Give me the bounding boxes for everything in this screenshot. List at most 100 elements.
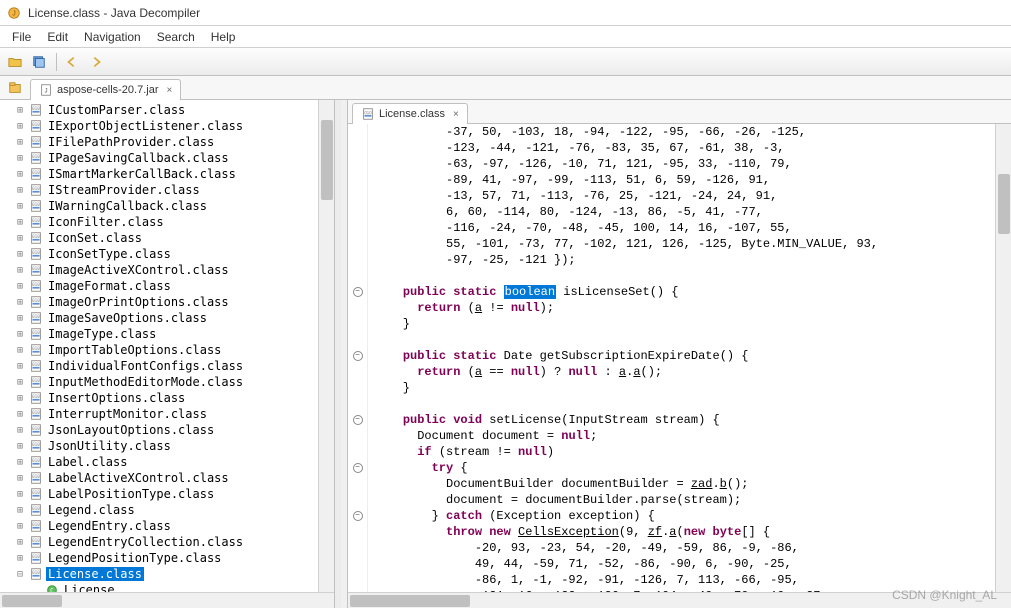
tree-twisty-icon[interactable]: [14, 552, 26, 564]
tree-item[interactable]: 010License.class: [0, 566, 334, 582]
fold-toggle-icon[interactable]: [353, 287, 363, 297]
class-file-icon: 010: [28, 199, 44, 213]
tree-item[interactable]: 010ImageFormat.class: [0, 278, 334, 294]
tree-twisty-icon[interactable]: [14, 152, 26, 164]
tree-item[interactable]: 010ImageOrPrintOptions.class: [0, 294, 334, 310]
tree-twisty-icon[interactable]: [14, 440, 26, 452]
tree-item[interactable]: 010IconSet.class: [0, 230, 334, 246]
fold-toggle-icon[interactable]: [353, 415, 363, 425]
tree-item[interactable]: 010ImportTableOptions.class: [0, 342, 334, 358]
fold-gutter[interactable]: [348, 124, 368, 592]
tree-twisty-icon[interactable]: [14, 216, 26, 228]
tree-twisty-icon[interactable]: [30, 584, 42, 592]
class-tree[interactable]: 010ICustomParser.class010IExportObjectLi…: [0, 100, 334, 592]
tree-twisty-icon[interactable]: [14, 456, 26, 468]
svg-text:010: 010: [32, 442, 40, 448]
tree-twisty-icon[interactable]: [14, 344, 26, 356]
editor-hscroll[interactable]: [348, 592, 1011, 608]
tree-twisty-icon[interactable]: [14, 520, 26, 532]
tree-twisty-icon[interactable]: [14, 104, 26, 116]
menu-file[interactable]: File: [4, 28, 39, 46]
code-editor[interactable]: -37, 50, -103, 18, -94, -122, -95, -66, …: [348, 124, 1011, 592]
menu-edit[interactable]: Edit: [39, 28, 76, 46]
tree-twisty-icon[interactable]: [14, 376, 26, 388]
tree-item[interactable]: 010IndividualFontConfigs.class: [0, 358, 334, 374]
svg-text:J: J: [44, 88, 47, 95]
tree-twisty-icon[interactable]: [14, 328, 26, 340]
tree-item[interactable]: 010JsonLayoutOptions.class: [0, 422, 334, 438]
tree-twisty-icon[interactable]: [14, 408, 26, 420]
tree-twisty-icon[interactable]: [14, 280, 26, 292]
tree-item[interactable]: 010LegendEntryCollection.class: [0, 534, 334, 550]
tree-item[interactable]: 010JsonUtility.class: [0, 438, 334, 454]
close-icon[interactable]: ×: [453, 109, 459, 120]
menu-help[interactable]: Help: [203, 28, 244, 46]
class-file-icon: 010: [28, 263, 44, 277]
tree-twisty-icon[interactable]: [14, 232, 26, 244]
tree-hscroll[interactable]: [0, 592, 334, 608]
tree-twisty-icon[interactable]: [14, 200, 26, 212]
tree-vscroll-thumb[interactable]: [321, 120, 333, 200]
tree-item[interactable]: 010LabelPositionType.class: [0, 486, 334, 502]
menu-navigation[interactable]: Navigation: [76, 28, 149, 46]
tree-item[interactable]: 010ImageSaveOptions.class: [0, 310, 334, 326]
tree-item[interactable]: 010LegendPositionType.class: [0, 550, 334, 566]
editor-vscroll[interactable]: [995, 124, 1011, 592]
tree-item[interactable]: CLicense: [0, 582, 334, 592]
tree-twisty-icon[interactable]: [14, 264, 26, 276]
tree-twisty-icon[interactable]: [14, 488, 26, 500]
tree-twisty-icon[interactable]: [14, 136, 26, 148]
tree-item-label: Legend.class: [46, 503, 137, 517]
tree-item[interactable]: 010IconFilter.class: [0, 214, 334, 230]
tree-twisty-icon[interactable]: [14, 568, 26, 580]
tree-item[interactable]: 010InputMethodEditorMode.class: [0, 374, 334, 390]
tree-item-label: InputMethodEditorMode.class: [46, 375, 245, 389]
tree-twisty-icon[interactable]: [14, 296, 26, 308]
tree-item[interactable]: 010ImageType.class: [0, 326, 334, 342]
tree-item[interactable]: 010LegendEntry.class: [0, 518, 334, 534]
tree-item[interactable]: 010Legend.class: [0, 502, 334, 518]
code-line: } catch (Exception exception) {: [374, 508, 995, 524]
tree-twisty-icon[interactable]: [14, 392, 26, 404]
tree-item[interactable]: 010InterruptMonitor.class: [0, 406, 334, 422]
tree-item[interactable]: 010IWarningCallback.class: [0, 198, 334, 214]
fold-toggle-icon[interactable]: [353, 463, 363, 473]
tree-item[interactable]: 010IStreamProvider.class: [0, 182, 334, 198]
svg-text:010: 010: [32, 458, 40, 464]
tree-item[interactable]: 010IconSetType.class: [0, 246, 334, 262]
tree-item[interactable]: 010Label.class: [0, 454, 334, 470]
tree-twisty-icon[interactable]: [14, 536, 26, 548]
code-line: public static Date getSubscriptionExpire…: [374, 348, 995, 364]
tree-twisty-icon[interactable]: [14, 504, 26, 516]
save-all-button[interactable]: [28, 51, 50, 73]
tree-item[interactable]: 010IFilePathProvider.class: [0, 134, 334, 150]
back-button[interactable]: [61, 51, 83, 73]
editor-tab[interactable]: 010 License.class ×: [352, 103, 468, 124]
package-explorer-icon[interactable]: [4, 77, 26, 99]
tree-twisty-icon[interactable]: [14, 248, 26, 260]
tree-item[interactable]: 010IExportObjectListener.class: [0, 118, 334, 134]
close-icon[interactable]: ×: [167, 85, 173, 96]
tree-item[interactable]: 010ImageActiveXControl.class: [0, 262, 334, 278]
tree-twisty-icon[interactable]: [14, 472, 26, 484]
tree-twisty-icon[interactable]: [14, 184, 26, 196]
class-file-icon: 010: [28, 407, 44, 421]
tree-twisty-icon[interactable]: [14, 360, 26, 372]
forward-button[interactable]: [85, 51, 107, 73]
menu-search[interactable]: Search: [149, 28, 203, 46]
tree-item[interactable]: 010LabelActiveXControl.class: [0, 470, 334, 486]
tree-item[interactable]: 010ISmartMarkerCallBack.class: [0, 166, 334, 182]
tree-twisty-icon[interactable]: [14, 120, 26, 132]
tree-item[interactable]: 010IPageSavingCallback.class: [0, 150, 334, 166]
fold-toggle-icon[interactable]: [353, 351, 363, 361]
jar-tab[interactable]: J aspose-cells-20.7.jar ×: [30, 79, 181, 100]
open-button[interactable]: [4, 51, 26, 73]
tree-item[interactable]: 010InsertOptions.class: [0, 390, 334, 406]
tree-twisty-icon[interactable]: [14, 168, 26, 180]
tree-twisty-icon[interactable]: [14, 312, 26, 324]
tree-item[interactable]: 010ICustomParser.class: [0, 102, 334, 118]
tree-twisty-icon[interactable]: [14, 424, 26, 436]
class-file-icon: 010: [28, 231, 44, 245]
fold-toggle-icon[interactable]: [353, 511, 363, 521]
splitter[interactable]: [335, 100, 341, 608]
